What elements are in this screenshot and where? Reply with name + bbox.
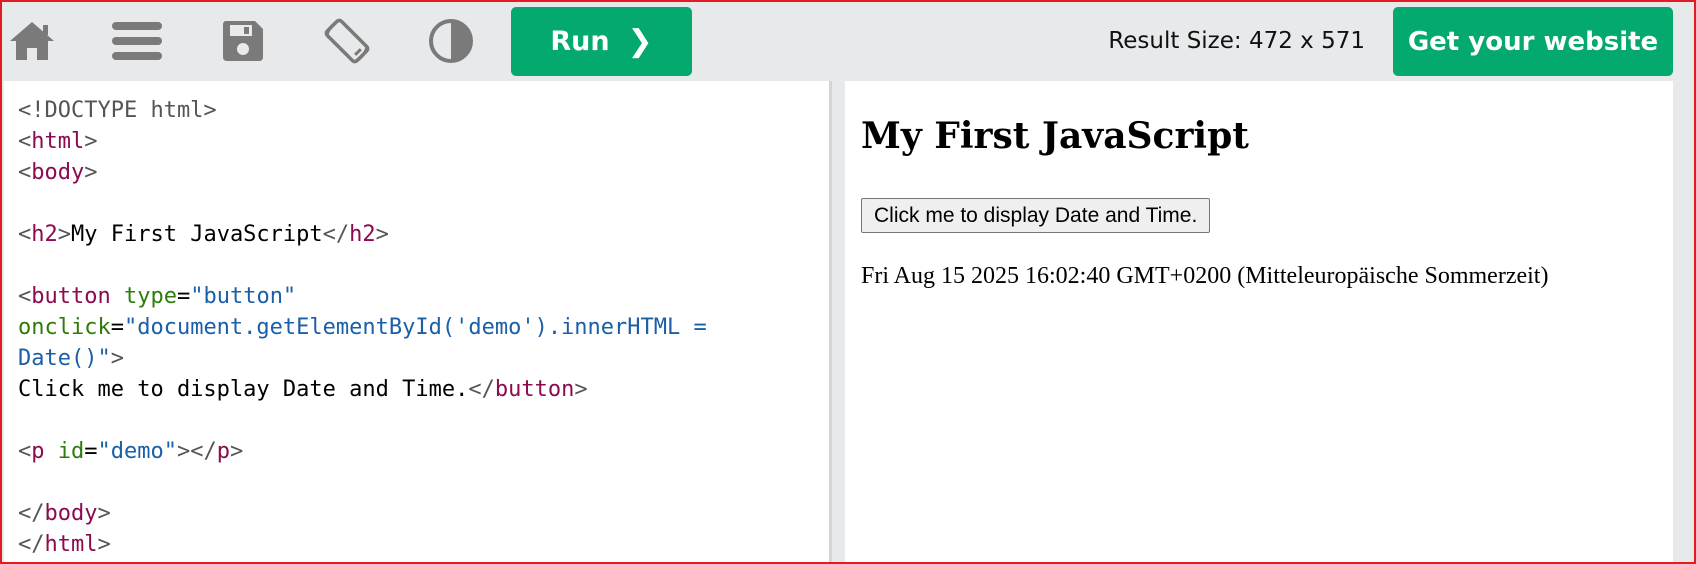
code-token: body — [44, 501, 98, 526]
code-token: html — [44, 532, 98, 557]
save-icon[interactable] — [216, 14, 270, 68]
code-line: Date()"> — [18, 343, 707, 374]
code-token: < — [18, 160, 32, 185]
code-token: < — [18, 439, 32, 464]
code-line: <html> — [18, 126, 707, 157]
code-line: </body> — [18, 498, 707, 529]
result-heading: My First JavaScript — [861, 115, 1249, 157]
code-line: </html> — [18, 529, 707, 560]
code-token: > — [229, 439, 244, 464]
code-token: = — [110, 315, 124, 340]
code-token: button — [31, 284, 111, 309]
code-token: </ — [18, 501, 45, 526]
display-date-button[interactable]: Click me to display Date and Time. — [861, 198, 1211, 233]
divider-line — [829, 81, 832, 564]
contrast-icon[interactable] — [424, 14, 478, 68]
code-token: > — [110, 346, 124, 371]
code-editor[interactable]: <!DOCTYPE html> <html> <body> <h2>My First … — [4, 81, 829, 564]
panel-divider[interactable] — [829, 81, 845, 564]
code-token: = — [176, 284, 191, 309]
code-token: h2 — [31, 222, 58, 247]
code-token: < — [18, 284, 32, 309]
chevron-right-icon: ❯ — [627, 23, 653, 59]
rotate-icon[interactable] — [320, 14, 374, 68]
code-token: </ — [468, 377, 495, 402]
code-token: <!DOCTYPE html> — [18, 98, 217, 123]
run-button-label: Run — [550, 26, 610, 57]
home-icon[interactable] — [5, 14, 59, 68]
code-token: > — [57, 222, 71, 247]
code-line: <!DOCTYPE html> — [18, 95, 707, 126]
code-token: > — [574, 377, 588, 402]
get-website-button[interactable]: Get your website — [1393, 7, 1673, 76]
code-token: ></ — [176, 439, 217, 464]
code-token: > — [97, 501, 111, 526]
code-token: </ — [322, 222, 350, 247]
code-token: h2 — [349, 222, 376, 247]
toolbar: Run ❯ Result Size: 472 x 571 Get your we… — [0, 0, 1696, 80]
code-line: onclick="document.getElementById('demo')… — [18, 312, 707, 343]
code-token: "button" — [190, 284, 297, 309]
code-token: </ — [18, 532, 45, 557]
code-token: < — [18, 129, 32, 154]
menu-icon[interactable] — [110, 14, 164, 68]
code-line: <button type="button" — [18, 281, 707, 312]
code-token: > — [375, 222, 389, 247]
code-token: p — [216, 439, 230, 464]
code-token: < — [18, 222, 32, 247]
code-token: type — [123, 284, 177, 309]
code-token: button — [494, 377, 575, 402]
code-token: onclick — [18, 315, 111, 340]
right-gutter — [1673, 81, 1696, 564]
code-token: > — [97, 532, 111, 557]
code-token: Click me to display Date and Time. — [18, 377, 469, 402]
code-token: id — [57, 439, 85, 464]
code-token: = — [84, 439, 98, 464]
code-token: > — [84, 129, 98, 154]
code-line: <p id="demo"></p> — [18, 436, 707, 467]
code-token: "demo" — [97, 439, 177, 464]
code-token: p — [31, 439, 45, 464]
demo-output: Fri Aug 15 2025 16:02:40 GMT+0200 (Mitte… — [861, 263, 1549, 289]
run-button[interactable]: Run ❯ — [511, 7, 692, 76]
code-token: body — [31, 160, 85, 185]
code-token: "document.getElementById('demo').innerHT… — [123, 315, 707, 340]
code-content[interactable]: <!DOCTYPE html> <html> <body> <h2>My First … — [18, 95, 707, 560]
code-token: My First JavaScript — [71, 222, 323, 247]
code-token: > — [84, 160, 98, 185]
result-size-label: Result Size: 472 x 571 — [1108, 28, 1365, 54]
result-panel: My First JavaScript Click me to display … — [845, 81, 1673, 564]
code-line: <body> — [18, 157, 707, 188]
code-token: html — [31, 129, 85, 154]
code-line: <h2>My First JavaScript</h2> — [18, 219, 707, 250]
code-line: Click me to display Date and Time.</butt… — [18, 374, 707, 405]
code-token: Date()" — [18, 346, 111, 371]
